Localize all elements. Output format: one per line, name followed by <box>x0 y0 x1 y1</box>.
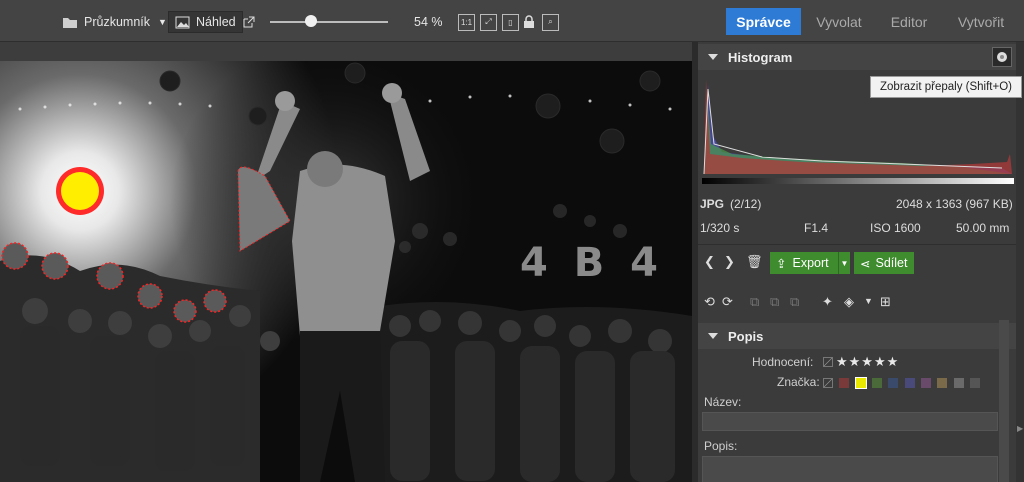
tag-red[interactable] <box>839 377 850 388</box>
name-label: Název: <box>704 395 742 409</box>
duplicate-icon[interactable]: ⧉ <box>790 294 799 310</box>
compare-icon: ▯ <box>502 13 519 31</box>
batch-dropdown-icon[interactable]: ▼ <box>864 296 873 306</box>
file-dimensions: 2048 x 1363 (967 KB) <box>896 197 1013 211</box>
tab-manager[interactable]: Správce <box>726 8 801 35</box>
preview-button[interactable]: Náhled <box>168 11 243 33</box>
zoom-actual-icon: 1:1 <box>458 13 475 31</box>
share-icon: ⋖ <box>860 256 871 271</box>
lock-icon <box>524 15 534 28</box>
export-icon: ⇪ <box>776 256 787 271</box>
browser-label: Průzkumník <box>84 15 150 29</box>
divider-line <box>698 244 1016 245</box>
tag-gray[interactable] <box>953 377 964 388</box>
sign-text: 4 B 4 <box>520 240 664 286</box>
description-header[interactable]: Popis <box>698 323 1016 349</box>
export-label: Export <box>792 256 829 270</box>
tab-develop[interactable]: Vyvolat <box>808 8 870 35</box>
clear-tag-icon[interactable] <box>823 377 833 388</box>
expand-arrow-icon[interactable]: ▶ <box>1017 424 1023 433</box>
lock-button[interactable] <box>523 11 535 33</box>
external-link-icon <box>243 16 255 27</box>
tag-dark[interactable] <box>970 377 981 388</box>
chevron-down-icon: ▼ <box>158 17 167 27</box>
image-icon <box>175 16 190 28</box>
chevron-left-icon[interactable]: ❮ <box>704 254 715 270</box>
rating-label: Hodnocení: <box>752 355 814 369</box>
compare-button[interactable]: ▯ <box>502 11 519 33</box>
photo-top-strip <box>0 42 692 61</box>
tag-blue[interactable] <box>888 377 899 388</box>
magic-wand-icon[interactable]: ✦ <box>822 294 833 310</box>
aperture: F1.4 <box>804 221 829 235</box>
fit-screen-icon: ⤢ <box>480 13 497 31</box>
batch-icon[interactable]: ◈ <box>844 294 854 310</box>
magnifier-icon: ⌕ <box>542 13 559 31</box>
description-title: Popis <box>728 328 764 344</box>
top-toolbar: Průzkumník ▼ Náhled 54 % 1:1 ⤢ ▯ ⌕ Správ… <box>0 0 1024 42</box>
photo-preview[interactable]: 4 B 4 <box>0 61 692 482</box>
description-label: Popis: <box>704 439 738 453</box>
paste-icon[interactable]: ⧉ <box>770 294 779 310</box>
tag-indigo[interactable] <box>904 377 915 388</box>
folder-icon <box>63 17 77 28</box>
export-dropdown-icon[interactable]: ▼ <box>838 252 850 274</box>
tab-create[interactable]: Vytvořit <box>946 8 1016 35</box>
copy-icon[interactable]: ⧉ <box>750 294 759 310</box>
panel-scrollbar[interactable] <box>999 320 1009 482</box>
rating-stars[interactable]: ★★★★★ <box>823 354 899 370</box>
export-button[interactable]: ⇪ Export ▼ <box>770 252 850 274</box>
clipping-tooltip: Zobrazit přepaly (Shift+O) <box>870 76 1022 98</box>
zoom-1-1-button[interactable]: 1:1 <box>458 11 475 33</box>
focal-length: 50.00 mm <box>956 221 1010 235</box>
collapse-triangle-icon <box>708 333 718 339</box>
clipping-indicator-icon <box>997 52 1007 62</box>
tag-purple[interactable] <box>921 377 932 388</box>
zoom-slider-track[interactable] <box>270 21 388 23</box>
panel-edge[interactable]: ▶ <box>1016 42 1024 482</box>
collapse-triangle-icon <box>708 54 718 60</box>
clear-rating-icon[interactable] <box>823 357 833 367</box>
tag-label: Značka: <box>777 375 820 389</box>
zoom-value: 54 % <box>414 15 443 29</box>
show-clipping-button[interactable] <box>992 47 1012 67</box>
shutter-speed: 1/320 s <box>700 221 740 235</box>
iso: ISO 1600 <box>870 221 921 235</box>
fit-screen-button[interactable]: ⤢ <box>480 11 497 33</box>
share-button[interactable]: ⋖ Sdílet <box>854 252 914 274</box>
zoom-tool-button[interactable]: ⌕ <box>542 11 559 33</box>
open-external-button[interactable] <box>242 11 255 33</box>
histogram-title: Histogram <box>728 49 793 65</box>
file-format: JPG <box>700 197 725 211</box>
name-field[interactable] <box>702 412 998 431</box>
color-tag-picker[interactable] <box>823 375 983 389</box>
description-field[interactable] <box>702 456 998 482</box>
rotate-left-icon[interactable]: ⟲ <box>704 294 715 310</box>
rotate-right-icon[interactable]: ⟳ <box>722 294 733 310</box>
chevron-right-icon[interactable]: ❯ <box>724 254 735 270</box>
tab-editor[interactable]: Editor <box>880 8 938 35</box>
browser-dropdown[interactable]: Průzkumník ▼ <box>62 11 167 33</box>
zoom-slider-knob[interactable] <box>305 15 317 27</box>
concert-photo: 4 B 4 <box>0 61 692 482</box>
add-layer-icon[interactable]: ⊞ <box>880 294 891 310</box>
trash-icon[interactable]: 🗑 <box>746 254 763 270</box>
tag-yellow[interactable] <box>854 376 867 389</box>
preview-label: Náhled <box>196 15 236 29</box>
share-label: Sdílet <box>875 256 908 270</box>
tag-green[interactable] <box>872 377 883 388</box>
histogram-header[interactable]: Histogram <box>698 44 1016 70</box>
star-icons[interactable]: ★★★★★ <box>836 354 899 370</box>
tag-brown[interactable] <box>937 377 948 388</box>
right-panel: Histogram JPG (2/12) 2048 x 1363 (967 KB… <box>698 42 1024 482</box>
file-index: (2/12) <box>730 197 762 211</box>
